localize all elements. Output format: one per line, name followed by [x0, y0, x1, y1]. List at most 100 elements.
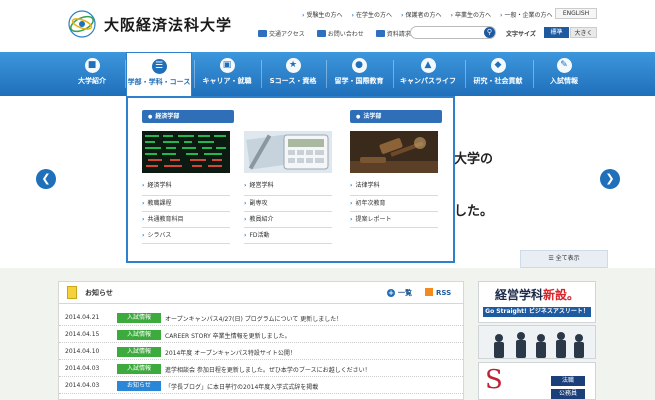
business-dept-banner[interactable]: 経営学科新設。 Go Straight! ビジネスアスリート！ — [478, 281, 596, 323]
menu-link[interactable]: 初年次教育 — [350, 196, 438, 212]
news-text[interactable]: 「学長ブログ」に本日挙行の2014年度入学式式辞を掲載 — [165, 382, 318, 391]
university-logo-icon[interactable] — [66, 8, 98, 40]
menu-link[interactable]: FD活動 — [244, 228, 332, 244]
menu-link[interactable]: 教員紹介 — [244, 212, 332, 228]
news-item[interactable]: 2014.04.15 入試情報 CAREER STORY 卒業生情報を更新しまし… — [59, 327, 463, 343]
banner-title: 経営学科新設。 — [494, 288, 580, 302]
news-tag: 入試情報 — [117, 347, 161, 357]
view-all-button[interactable]: ☰ 全て表示 — [520, 250, 608, 268]
business-dept-link[interactable]: 経営学科 — [244, 180, 332, 189]
topnav-parents[interactable]: 保護者の方へ — [401, 10, 441, 19]
news-title: お知らせ — [85, 289, 113, 297]
menu-column-business: 経営学科 副専攻 教員紹介 FD活動 — [244, 110, 332, 244]
search-button[interactable]: ⚲ — [484, 27, 495, 38]
economics-dept-link[interactable]: 経済学科 — [142, 180, 234, 189]
news-tag: 入試情報 — [117, 330, 161, 340]
hero-headline-1: 大学の — [454, 152, 494, 167]
access-link[interactable]: 交通アクセス — [258, 29, 305, 38]
slider-next-button[interactable]: ❯ — [600, 169, 620, 189]
news-item[interactable]: 2014.04.03 入試情報 進学相談会 参加日程を更新しました。ぜひ本学のブ… — [59, 361, 463, 377]
chevron-left-icon: ❮ — [41, 172, 51, 185]
banner-logo-letter: S — [485, 365, 503, 395]
utility-nav: 交通アクセス お問い合わせ 資料請求 — [258, 29, 411, 38]
search-icon: ⚲ — [486, 28, 493, 36]
building-icon: ■ — [84, 58, 100, 73]
font-size-standard-button[interactable]: 標準 — [544, 27, 569, 38]
gnav-admissions[interactable]: ✎ 入試情報 — [534, 52, 594, 96]
gnav-campus-life[interactable]: ▲ キャンパスライフ — [394, 52, 462, 96]
calculator-image[interactable] — [244, 131, 332, 173]
news-text[interactable]: 進学相談会 参加日程を更新しました。ぜひ本学のブースにお越しください！ — [165, 365, 371, 374]
law-dept-link[interactable]: 法律学科 — [350, 180, 442, 189]
university-name[interactable]: 大阪経済法科大学 — [104, 14, 232, 35]
stock-board-image[interactable] — [142, 131, 230, 173]
menu-link[interactable]: 教職課程 — [142, 196, 230, 212]
news-item[interactable]: 2014.04.10 入試情報 2014年度 オープンキャンパス特設サイト公開！ — [59, 344, 463, 360]
bus-icon — [258, 30, 267, 37]
pencil-icon: ✎ — [556, 58, 572, 73]
global-nav: ■ 大学紹介 ☰ 学部・学科・コース ▣ キャリア・就職 ★ Sコース・資格 ●… — [0, 52, 655, 96]
research-icon: ◆ — [490, 58, 506, 73]
news-list-button[interactable]: 一覧 — [387, 288, 412, 298]
news-date: 2014.04.15 — [65, 331, 100, 338]
briefcase-icon: ▣ — [219, 58, 235, 73]
hero-headline-2: した。 — [454, 204, 494, 219]
business-people-image — [479, 326, 595, 358]
font-size-label: 文字サイズ — [506, 31, 536, 38]
news-panel: お知らせ 一覧 RSS 2014.04.21 入試情報 オープンキャンパス4/2… — [58, 281, 464, 400]
people-banner[interactable] — [478, 325, 596, 359]
news-header: お知らせ 一覧 RSS — [59, 282, 463, 304]
menu-link[interactable]: 副専攻 — [244, 196, 332, 212]
economics-heading[interactable]: 経済学部 — [142, 110, 234, 123]
topnav-students[interactable]: 在学生の方へ — [352, 10, 392, 19]
menu-column-economics: 経済学部 経済学科 教職課程 共通教育科目 シラバス — [142, 110, 234, 244]
topnav-business[interactable]: 一般・企業の方へ — [500, 10, 552, 19]
globe-icon: ● — [351, 58, 367, 73]
menu-column-law: 法学部 法律学科 初年次教育 提案レポート — [350, 110, 442, 228]
gnav-research[interactable]: ◆ 研究・社会貢献 — [466, 52, 530, 96]
news-tag: 入試情報 — [117, 364, 161, 374]
document-icon — [375, 30, 385, 37]
news-item[interactable]: 2014.04.03 お知らせ 「学長ブログ」に本日挙行の2014年度入学式式辞… — [59, 378, 463, 394]
news-text[interactable]: オープンキャンパス4/27(日) プログラムについて 更新しました！ — [165, 314, 342, 323]
chevron-right-icon: ❯ — [605, 172, 615, 185]
topnav-prospective[interactable]: 受験生の方へ — [302, 10, 342, 19]
menu-link[interactable]: 提案レポート — [350, 212, 438, 228]
banner-tag: 公務員 — [551, 389, 585, 399]
news-tag: お知らせ — [117, 381, 161, 391]
gnav-s-course[interactable]: ★ Sコース・資格 — [262, 52, 324, 96]
mail-icon — [316, 30, 326, 37]
gnav-about[interactable]: ■ 大学紹介 — [62, 52, 122, 96]
news-text[interactable]: CAREER STORY 卒業生情報を更新しました。 — [165, 331, 291, 340]
menu-link[interactable]: 共通教育科目 — [142, 212, 230, 228]
gavel-image[interactable] — [350, 131, 438, 173]
certificate-icon: ★ — [285, 58, 301, 73]
s-course-banner[interactable]: S 法職 公務員 — [478, 362, 596, 400]
english-button[interactable]: ENGLISH — [555, 8, 597, 19]
brochure-link[interactable]: 資料請求 — [375, 29, 411, 38]
topnav-alumni[interactable]: 卒業生の方へ — [451, 10, 491, 19]
news-date: 2014.04.03 — [65, 382, 100, 389]
rss-link[interactable]: RSS — [425, 288, 451, 297]
news-item[interactable]: 2014.04.21 入試情報 オープンキャンパス4/27(日) プログラムにつ… — [59, 310, 463, 326]
contact-link[interactable]: お問い合わせ — [316, 29, 364, 38]
audience-nav: 受験生の方へ 在学生の方へ 保護者の方へ 卒業生の方へ 一般・企業の方へ — [302, 10, 552, 19]
book-icon: ☰ — [151, 59, 167, 74]
banner-subtitle: Go Straight! ビジネスアスリート！ — [483, 307, 591, 317]
news-text[interactable]: 2014年度 オープンキャンパス特設サイト公開！ — [165, 348, 296, 357]
business-heading — [244, 110, 332, 123]
gnav-international[interactable]: ● 留学・国際教育 — [328, 52, 390, 96]
note-icon — [67, 286, 77, 299]
gnav-career[interactable]: ▣ キャリア・就職 — [196, 52, 258, 96]
menu-link[interactable]: シラバス — [142, 228, 230, 244]
law-heading[interactable]: 法学部 — [350, 110, 442, 123]
gnav-faculties[interactable]: ☰ 学部・学科・コース — [126, 52, 192, 96]
news-date: 2014.04.10 — [65, 348, 100, 355]
font-size-large-button[interactable]: 大きく — [570, 27, 597, 38]
list-icon: ☰ — [548, 255, 556, 262]
slider-prev-button[interactable]: ❮ — [36, 169, 56, 189]
campus-icon: ▲ — [420, 58, 436, 73]
news-tag: 入試情報 — [117, 313, 161, 323]
faculties-dropdown: 経済学部 経済学科 教職課程 共通教育科目 シラバス — [126, 96, 455, 263]
news-date: 2014.04.03 — [65, 365, 100, 372]
